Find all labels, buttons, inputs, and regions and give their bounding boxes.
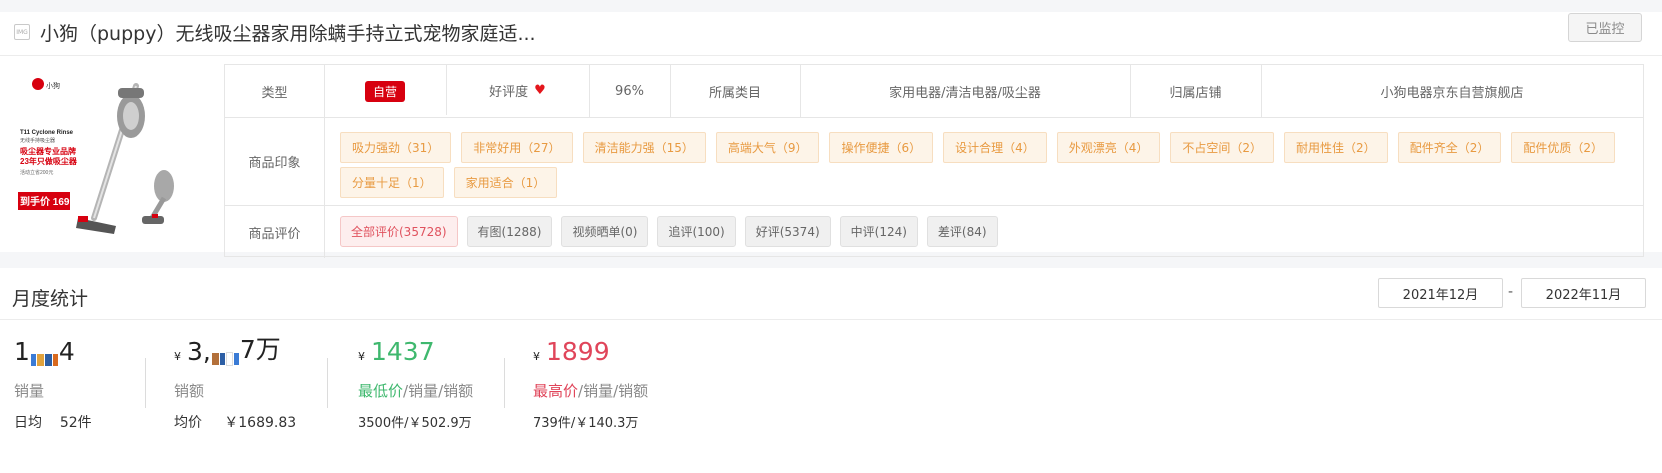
revenue-avg-price: 均价 ￥1689.83 [174, 415, 297, 431]
min-price-stat: ¥ 1437 最低价/销量/销额 3500件/￥502.9万 [358, 332, 473, 431]
date-separator: - [1508, 284, 1514, 300]
image-price-text: 到手价 1699 [20, 195, 75, 208]
date-from-picker[interactable]: 2021年12月 [1378, 278, 1503, 308]
max-price-detail: 739件/￥140.3万 [533, 416, 639, 431]
stat-separator [504, 358, 505, 408]
max-price-label: 最高价/销量/销额 [533, 382, 649, 400]
min-price-detail: 3500件/￥502.9万 [358, 416, 472, 431]
product-panel: IMG 小狗（puppy）无线吸尘器家用除螨手持立式宠物家庭适... 已监控 小… [0, 12, 1662, 258]
rating-value: 96% [615, 83, 644, 99]
review-label: 商品评价 [248, 226, 301, 242]
impression-tag[interactable]: 设计合理（4） [943, 132, 1047, 163]
product-title[interactable]: 小狗（puppy）无线吸尘器家用除螨手持立式宠物家庭适... [40, 19, 536, 46]
review-filter-video[interactable]: 视频晒单(0) [561, 216, 649, 247]
category-label: 所属类目 [708, 85, 761, 101]
sales-label: 销量 [14, 382, 45, 400]
image-subtitle-text: 无线手持吸尘器 [20, 137, 55, 144]
max-price-stat: ¥ 1899 最高价/销量/销额 739件/￥140.3万 [533, 332, 648, 431]
sales-value: 1 4 [14, 337, 75, 366]
impression-tag[interactable]: 外观漂亮（4） [1056, 132, 1161, 163]
monthly-stats-panel: 月度统计 2021年12月 - 2022年11月 1 4 销量 日均 52件 ¥… [0, 268, 1662, 473]
impression-tags: 吸力强劲（31） 非常好用（27） 清洁能力强（15） 高端大气（9） 操作便捷… [340, 132, 1630, 202]
heart-icon: ♥ [534, 82, 546, 98]
image-slogan2-text: 23年只做吸尘器 [20, 156, 78, 166]
divider [0, 319, 1662, 320]
monthly-title: 月度统计 [12, 288, 89, 310]
product-info-table: 类型 自营 好评度 ♥ 96% 所属类目 家用电器/清洁电器/吸尘器 归属店铺 … [224, 64, 1644, 258]
impression-tag[interactable]: 家用适合（1） [453, 167, 558, 198]
stat-separator [145, 358, 146, 408]
shop-label: 归属店铺 [1169, 85, 1222, 101]
min-price-value: ¥ 1437 [358, 337, 435, 366]
type-label: 类型 [261, 85, 288, 101]
impression-tag[interactable]: 吸力强劲（31） [340, 132, 452, 163]
date-to-picker[interactable]: 2022年11月 [1521, 278, 1646, 308]
obscured-digits [30, 354, 58, 366]
category-value[interactable]: 家用电器/清洁电器/吸尘器 [800, 65, 1130, 117]
min-price-label: 最低价/销量/销额 [358, 382, 474, 400]
review-filter-followup[interactable]: 追评(100) [657, 216, 736, 247]
revenue-value: ¥ 3, 7万 [174, 335, 281, 366]
shop-value[interactable]: 小狗电器京东自营旗舰店 [1261, 65, 1643, 117]
impression-tag[interactable]: 操作便捷（6） [829, 132, 934, 163]
impression-tag[interactable]: 高端大气（9） [715, 132, 820, 163]
review-filter-positive[interactable]: 好评(5374) [744, 216, 831, 247]
impression-tag[interactable]: 配件齐全（2） [1397, 132, 1502, 163]
rating-label-cell[interactable]: 好评度 ♥ [446, 65, 589, 117]
image-brand-text: T11 Cyclone Rinse [20, 130, 74, 136]
impression-tag[interactable]: 配件优质（2） [1511, 132, 1615, 163]
image-placeholder-icon: IMG [14, 24, 30, 40]
max-price-value: ¥ 1899 [533, 337, 610, 366]
image-note-text: 活动立省200元 [20, 169, 53, 176]
review-filter-tags: 全部评价(35728) 有图(1288) 视频晒单(0) 追评(100) 好评(… [340, 216, 1630, 247]
product-title-row: IMG 小狗（puppy）无线吸尘器家用除螨手持立式宠物家庭适... [14, 18, 536, 46]
stat-separator [327, 358, 328, 408]
review-filter-negative[interactable]: 差评(84) [926, 216, 998, 247]
sales-stat: 1 4 销量 日均 52件 [14, 332, 92, 432]
impression-tag[interactable]: 分量十足（1） [340, 167, 444, 198]
obscured-digits [211, 352, 239, 366]
sales-daily-avg: 日均 52件 [14, 415, 92, 431]
type-value-cell: 自营 [324, 65, 446, 117]
monitored-button[interactable]: 已监控 [1568, 13, 1642, 42]
svg-text:小狗: 小狗 [46, 81, 60, 90]
self-operated-badge: 自营 [364, 80, 405, 102]
revenue-stat: ¥ 3, 7万 销额 均价 ￥1689.83 [174, 332, 296, 432]
review-filter-all[interactable]: 全部评价(35728) [340, 216, 458, 247]
rating-label: 好评度 [489, 84, 529, 100]
impression-tag[interactable]: 耐用性佳（2） [1284, 132, 1388, 163]
image-slogan1-text: 吸尘器专业品牌 [20, 146, 76, 156]
review-filter-neutral[interactable]: 中评(124) [839, 216, 918, 247]
impression-label: 商品印象 [248, 156, 301, 171]
impression-tag[interactable]: 不占空间（2） [1170, 132, 1275, 163]
product-image[interactable]: 小狗 T11 Cyclone Rinse 无线手持吸尘器 吸尘器专业品牌 23年… [16, 68, 192, 244]
impression-tag[interactable]: 非常好用（27） [461, 132, 573, 163]
review-filter-with-images[interactable]: 有图(1288) [466, 216, 553, 247]
revenue-label: 销额 [174, 382, 205, 400]
divider [0, 55, 1662, 56]
impression-tag[interactable]: 清洁能力强（15） [582, 132, 706, 163]
